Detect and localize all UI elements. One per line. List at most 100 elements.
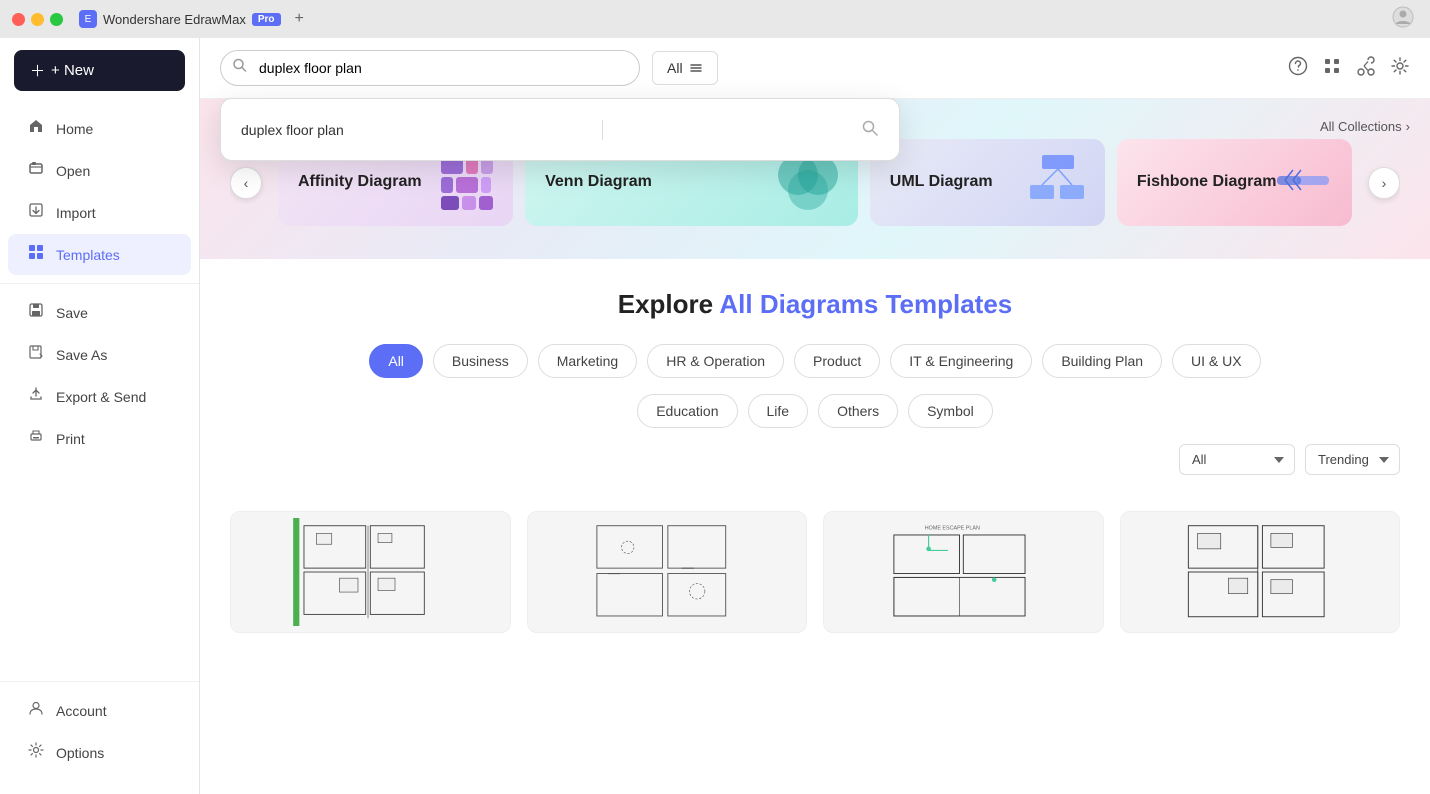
print-icon [26,428,46,449]
diagram-card-fishbone[interactable]: Fishbone Diagram [1117,139,1352,226]
filter-chip-hr[interactable]: HR & Operation [647,344,784,378]
titlebar: E Wondershare EdrawMax Pro + [0,0,1430,38]
new-button-label: + New [51,62,94,79]
share-icon[interactable] [1356,56,1376,81]
sidebar-item-import[interactable]: Import [8,192,191,233]
affinity-icon [441,156,493,210]
fishbone-label: Fishbone Diagram [1137,172,1277,193]
sidebar-item-print[interactable]: Print [8,418,191,459]
carousel-prev-button[interactable]: ‹ [230,167,262,199]
filter-chip-marketing[interactable]: Marketing [538,344,637,378]
app-layout: ＋ + New Home Open Import [0,38,1430,794]
template-grid: HOME ESCAPE PLAN [200,511,1430,653]
chip-it-label: IT & Engineering [909,353,1013,369]
template-thumb-1 [231,512,510,632]
type-filter-select[interactable]: All Basic Professional [1179,444,1295,475]
search-container: duplex floor plan [220,50,640,86]
app-icon: E [79,10,97,28]
save-icon [26,302,46,323]
export-icon [26,386,46,407]
sidebar-save-as-label: Save As [56,347,107,363]
sidebar-item-account[interactable]: Account [8,690,191,731]
content-area: All Collections › ‹ Affinity Diagram [200,99,1430,794]
sidebar-divider-2 [0,681,199,682]
open-icon [26,160,46,181]
app-title-area: E Wondershare EdrawMax Pro + [79,10,304,28]
app-name: Wondershare EdrawMax [103,12,246,27]
template-card-1[interactable] [230,511,511,633]
sidebar-item-templates[interactable]: Templates [8,234,191,275]
filter-chip-education[interactable]: Education [637,394,737,428]
suggestion-text: duplex floor plan [241,122,344,138]
filter-chip-ui-ux[interactable]: UI & UX [1172,344,1261,378]
settings-icon[interactable] [1390,56,1410,81]
filter-chip-life[interactable]: Life [748,394,809,428]
sidebar-templates-label: Templates [56,247,120,263]
search-suggestion-item[interactable]: duplex floor plan [221,107,899,152]
sidebar-nav: Home Open Import Templates [0,107,199,665]
sidebar-export-label: Export & Send [56,389,146,405]
sidebar-item-save-as[interactable]: Save As [8,334,191,375]
titlebar-actions [1392,6,1414,33]
save-as-icon [26,344,46,365]
template-card-4[interactable] [1120,511,1401,633]
sort-filter-select[interactable]: Trending Newest Popular [1305,444,1400,475]
search-input[interactable] [220,50,640,86]
user-avatar-icon[interactable] [1392,6,1414,33]
new-plus-icon: ＋ [30,60,45,81]
window-controls [12,13,63,26]
explore-section: Explore All Diagrams Templates All Busin… [200,259,1430,511]
add-tab-button[interactable]: + [295,10,304,28]
template-card-3[interactable]: HOME ESCAPE PLAN [823,511,1104,633]
new-button[interactable]: ＋ + New [14,50,185,91]
import-icon [26,202,46,223]
chip-education-label: Education [656,403,718,419]
help-icon[interactable] [1288,56,1308,81]
sidebar-item-save[interactable]: Save [8,292,191,333]
sidebar-item-home[interactable]: Home [8,108,191,149]
options-icon [26,742,46,763]
uml-icon [1030,155,1085,210]
sidebar-item-export[interactable]: Export & Send [8,376,191,417]
search-area: duplex floor plan All [220,50,718,86]
sidebar-account-label: Account [56,703,107,719]
maximize-button[interactable] [50,13,63,26]
grid-icon[interactable] [1322,56,1342,81]
explore-title-highlight: All Diagrams Templates [719,289,1012,319]
suggestion-search-icon [861,119,879,140]
filter-chip-business[interactable]: Business [433,344,528,378]
all-collections-link[interactable]: All Collections › [1320,119,1410,134]
filter-chip-product[interactable]: Product [794,344,880,378]
menu-lines-icon [689,61,703,75]
search-dropdown: duplex floor plan [220,98,900,161]
chip-life-label: Life [767,403,790,419]
sidebar-import-label: Import [56,205,96,221]
sidebar-item-open[interactable]: Open [8,150,191,191]
sidebar-open-label: Open [56,163,90,179]
filter-chip-symbol[interactable]: Symbol [908,394,993,428]
filter-chip-others[interactable]: Others [818,394,898,428]
minimize-button[interactable] [31,13,44,26]
template-card-2[interactable] [527,511,808,633]
diagram-card-uml[interactable]: UML Diagram [870,139,1105,226]
carousel-next-button[interactable]: › [1368,167,1400,199]
main-content: duplex floor plan All [200,38,1430,794]
filter-chip-it[interactable]: IT & Engineering [890,344,1032,378]
chip-business-label: Business [452,353,509,369]
uml-label: UML Diagram [890,172,993,193]
chip-product-label: Product [813,353,861,369]
filter-chip-building[interactable]: Building Plan [1042,344,1162,378]
sidebar-save-label: Save [56,305,88,321]
chip-all-label: All [388,353,404,369]
all-collections-text: All Collections [1320,119,1402,134]
sidebar-home-label: Home [56,121,93,137]
close-button[interactable] [12,13,25,26]
all-filter-button[interactable]: All [652,51,718,85]
chevron-right-icon: › [1406,119,1410,134]
topbar: duplex floor plan All [200,38,1430,99]
sidebar-divider-1 [0,283,199,284]
topbar-icons [1288,56,1410,81]
template-thumb-4 [1121,512,1400,632]
filter-chip-all[interactable]: All [369,344,423,378]
sidebar-item-options[interactable]: Options [8,732,191,773]
